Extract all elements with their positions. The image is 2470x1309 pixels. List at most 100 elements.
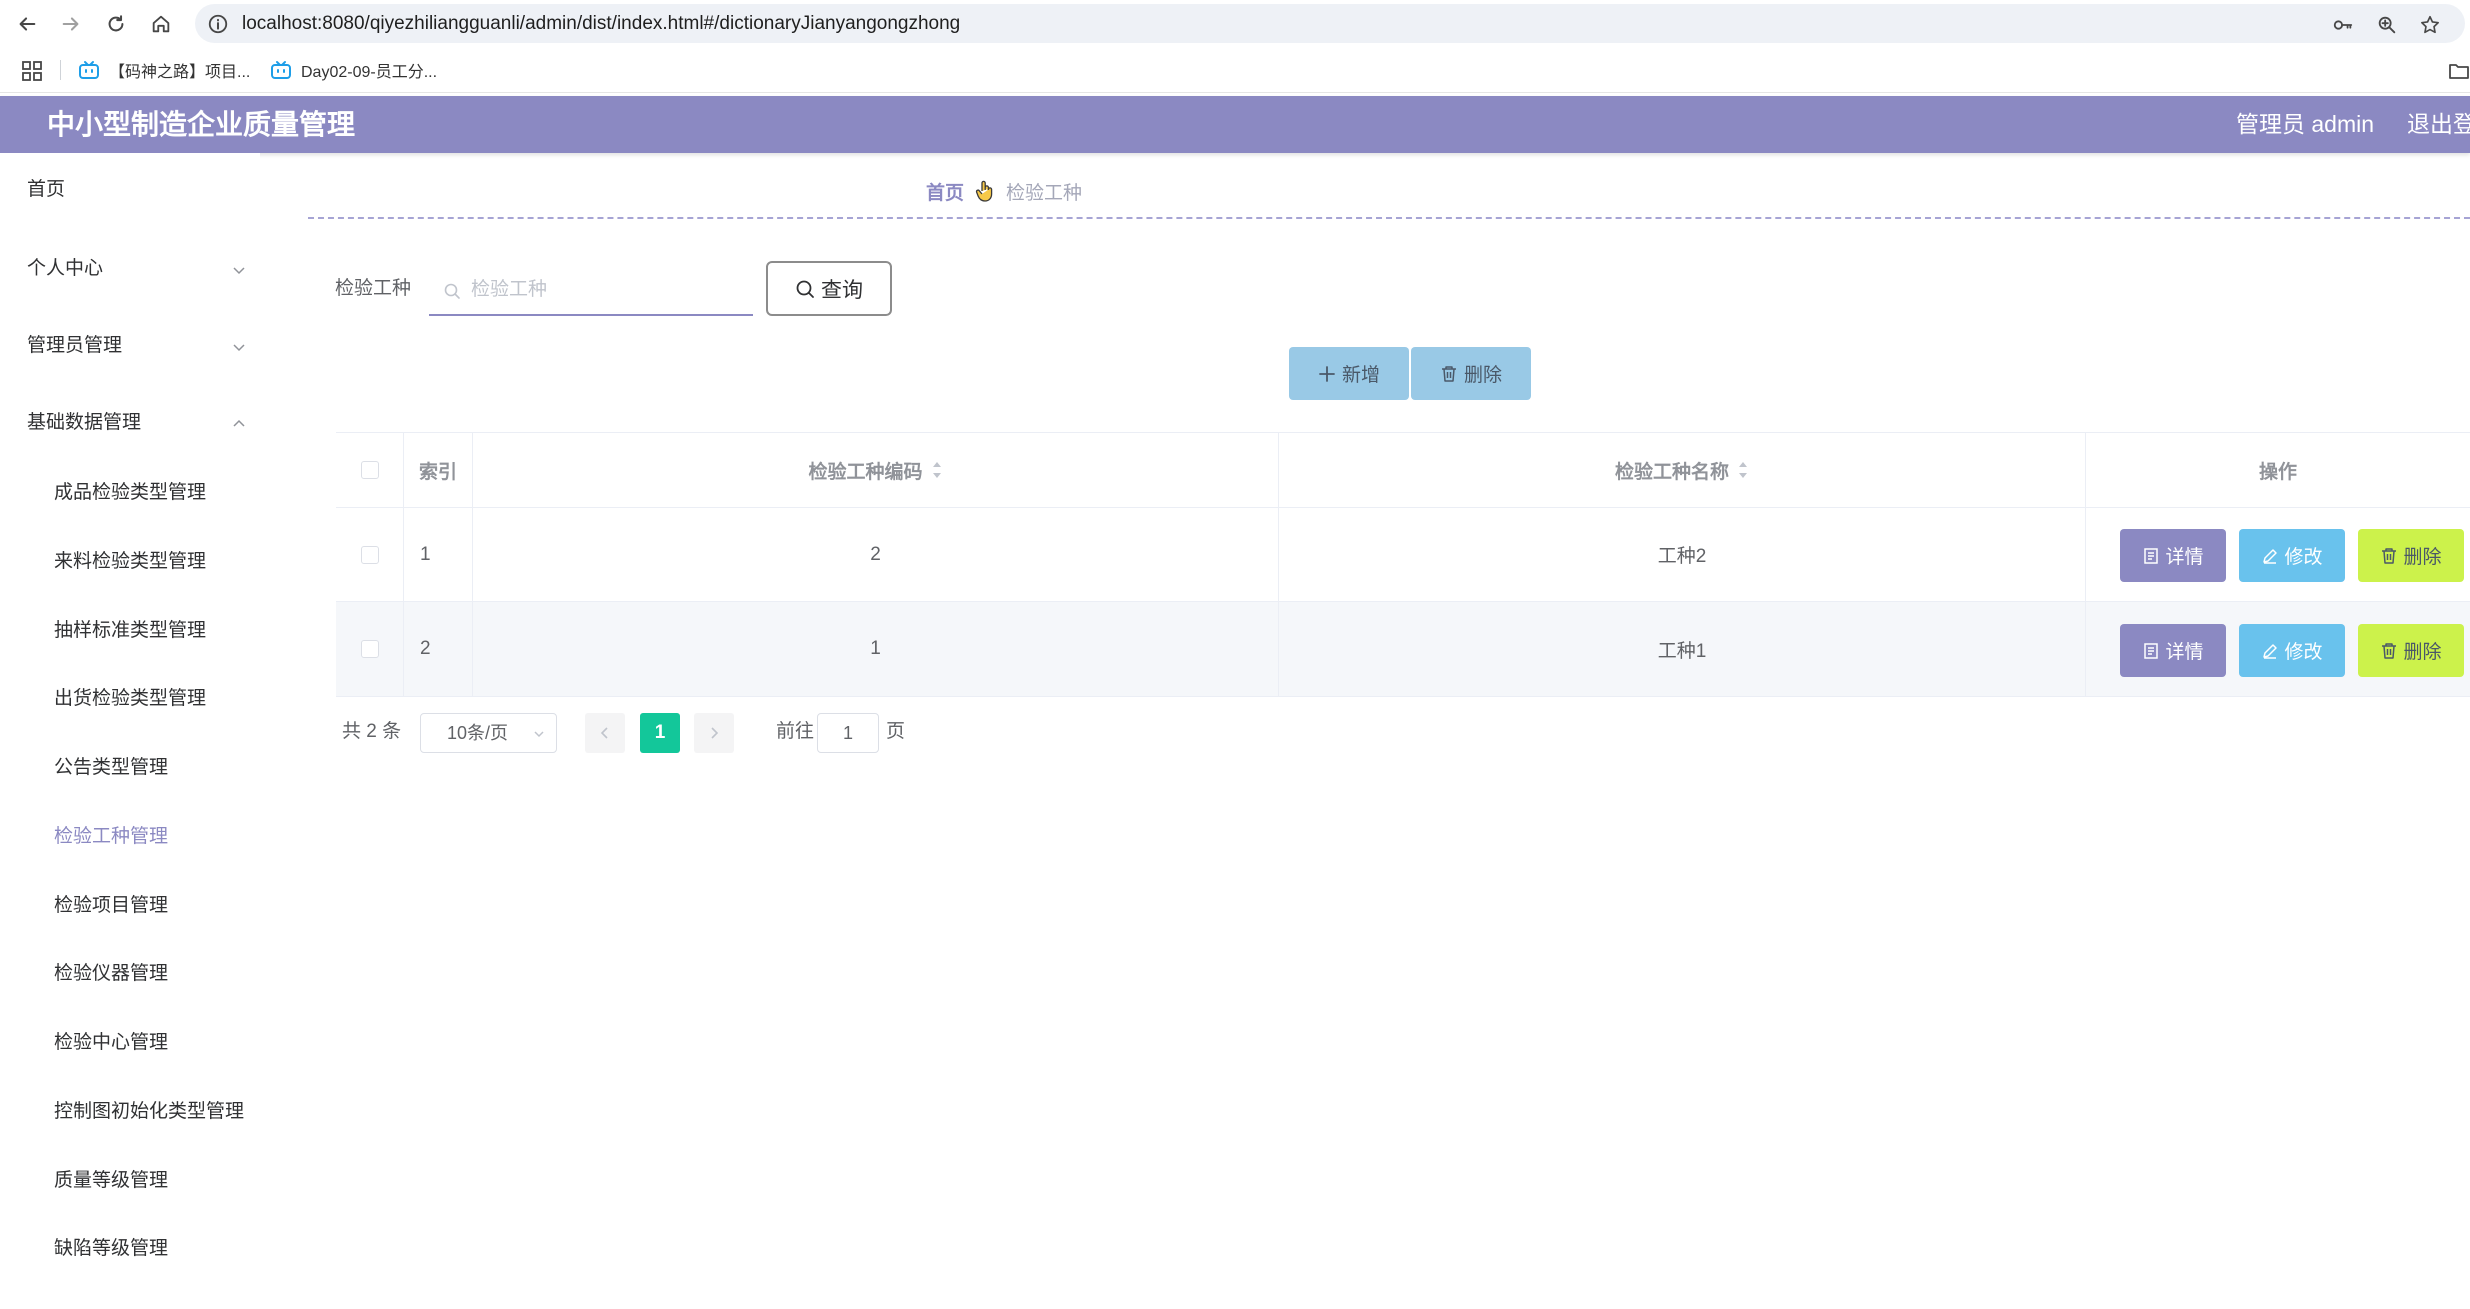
sidebar-item-label: 控制图初始化类型管理 (54, 1101, 245, 1122)
breadcrumb: 首页 检验工种 (926, 174, 1082, 208)
apps-grid-icon[interactable] (22, 61, 42, 81)
sidebar-item-defect-grade[interactable]: 缺陷等级管理 (0, 1224, 260, 1274)
row-checkbox[interactable] (360, 545, 379, 564)
page-size-value: 10条/页 (447, 723, 509, 743)
column-header-code[interactable]: 检验工种编码 (473, 433, 1279, 508)
add-button[interactable]: 新增 (1289, 347, 1409, 400)
column-header-name[interactable]: 检验工种名称 (1279, 433, 2086, 508)
menu-basic-data[interactable]: 基础数据管理 (0, 398, 260, 448)
page-number-current[interactable]: 1 (640, 713, 680, 753)
sidebar-item-quality-grade[interactable]: 质量等级管理 (0, 1156, 260, 1206)
delete-button-label: 删除 (2403, 642, 2442, 663)
logout-link[interactable]: 退出登 (2407, 96, 2470, 153)
column-header-code-label: 检验工种编码 (808, 461, 923, 483)
sidebar-item-sampling-standard-type[interactable]: 抽样标准类型管理 (0, 606, 260, 656)
sidebar-item-inspection-instrument[interactable]: 检验仪器管理 (0, 949, 260, 999)
goto-page-input[interactable] (817, 713, 879, 753)
sidebar-item-inspection-job-type[interactable]: 检验工种管理 (0, 812, 260, 862)
cell-name: 工种2 (1279, 508, 2086, 602)
cell-index: 1 (404, 508, 473, 602)
home-button[interactable] (146, 9, 176, 39)
breadcrumb-home[interactable]: 首页 (926, 178, 964, 205)
folder-icon[interactable] (2448, 61, 2470, 81)
reload-button[interactable] (101, 9, 131, 39)
row-select-cell (336, 508, 404, 602)
menu-home-label: 首页 (27, 179, 66, 200)
delete-button[interactable]: 删除 (2358, 529, 2464, 582)
sidebar-item-label: 公告类型管理 (54, 757, 169, 778)
star-icon[interactable] (2419, 14, 2441, 36)
sort-caret-icon[interactable] (931, 460, 943, 480)
cell-code: 2 (473, 508, 1279, 602)
sidebar-item-label: 检验项目管理 (54, 895, 169, 916)
query-button[interactable]: 查询 (766, 261, 892, 316)
sidebar-item-label: 质量等级管理 (54, 1170, 169, 1191)
sidebar-item-shipment-inspection-type[interactable]: 出货检验类型管理 (0, 674, 260, 724)
edit-button[interactable]: 修改 (2239, 624, 2345, 677)
bookmark-2-label: Day02-09-员工分... (301, 64, 438, 81)
address-bar[interactable]: localhost:8080/qiyezhiliangguanli/admin/… (195, 4, 2465, 43)
delete-button[interactable]: 删除 (2358, 624, 2464, 677)
cell-name-value: 工种2 (1657, 546, 1707, 567)
bookmark-1-label: 【码神之路】项目... (109, 64, 251, 81)
cell-code-value: 1 (870, 638, 881, 659)
browser-toolbar: localhost:8080/qiyezhiliangguanli/admin/… (0, 0, 2470, 47)
zoom-icon[interactable] (2376, 14, 2398, 36)
detail-button[interactable]: 详情 (2120, 624, 2226, 677)
batch-delete-button-label: 删除 (1463, 365, 1502, 386)
chevron-down-icon (233, 344, 245, 352)
menu-personal-center[interactable]: 个人中心 (0, 244, 260, 294)
batch-delete-button[interactable]: 删除 (1411, 347, 1531, 400)
menu-admin-management[interactable]: 管理员管理 (0, 321, 260, 371)
bookmarks-bar: 【码神之路】项目... Day02-09-员工分... (0, 47, 2470, 93)
sidebar-item-inspection-item[interactable]: 检验项目管理 (0, 881, 260, 931)
detail-button-label: 详情 (2165, 642, 2204, 663)
column-header-index-label: 索引 (418, 461, 457, 483)
url-text[interactable]: localhost:8080/qiyezhiliangguanli/admin/… (242, 4, 960, 43)
cell-name-value: 工种1 (1657, 640, 1707, 662)
menu-personal-center-label: 个人中心 (27, 258, 104, 279)
sidebar-item-incoming-inspection-type[interactable]: 来料检验类型管理 (0, 537, 260, 587)
forward-button[interactable] (56, 9, 86, 39)
home-icon (152, 15, 170, 33)
sidebar-item-control-chart-init-type[interactable]: 控制图初始化类型管理 (0, 1087, 260, 1137)
bookmark-divider (60, 60, 61, 80)
sort-caret-icon[interactable] (1737, 460, 1749, 480)
sidebar-item-label: 来料检验类型管理 (54, 551, 207, 572)
edit-button[interactable]: 修改 (2239, 529, 2345, 582)
sidebar-item-inspection-center[interactable]: 检验中心管理 (0, 1018, 260, 1068)
back-button[interactable] (12, 9, 42, 39)
column-header-index: 索引 (404, 433, 473, 508)
sidebar-item-label: 缺陷等级管理 (54, 1238, 169, 1259)
column-header-ops-label: 操作 (2258, 461, 2297, 483)
detail-button[interactable]: 详情 (2120, 529, 2226, 582)
sidebar-item-notice-type[interactable]: 公告类型管理 (0, 743, 260, 793)
column-header-name-label: 检验工种名称 (1614, 461, 1729, 483)
search-icon (444, 283, 460, 299)
search-icon (796, 280, 814, 298)
prev-page-button[interactable] (585, 713, 625, 753)
next-page-button[interactable] (694, 713, 734, 753)
trash-icon (2382, 642, 2397, 659)
site-info-icon[interactable] (207, 13, 229, 35)
row-checkbox[interactable] (360, 640, 379, 658)
edit-button-label: 修改 (2284, 547, 2323, 568)
select-all-checkbox[interactable] (360, 461, 379, 479)
cell-index-value: 1 (420, 543, 431, 565)
detail-button-label: 详情 (2165, 547, 2204, 568)
sidebar-item-product-inspection-type[interactable]: 成品检验类型管理 (0, 468, 260, 518)
bilibili-icon (79, 61, 99, 79)
cell-name: 工种1 (1279, 602, 2086, 697)
bilibili-icon (271, 61, 291, 79)
page-size-select[interactable]: 10条/页 (420, 713, 557, 753)
data-table: 索引 检验工种编码 检验工种名称 操作 1 2 工种2 详情 修改 删除 2 1… (336, 432, 2470, 697)
sidebar: 首页 个人中心 管理员管理 基础数据管理 成品检验类型管理 来料检验类型管理 抽… (0, 153, 260, 1309)
bookmark-2[interactable]: Day02-09-员工分... (270, 58, 437, 82)
key-icon[interactable] (2332, 14, 2354, 36)
cell-index: 2 (404, 602, 473, 697)
bookmark-1[interactable]: 【码神之路】项目... (78, 58, 250, 82)
menu-home[interactable]: 首页 (0, 165, 260, 215)
add-button-label: 新增 (1341, 365, 1380, 386)
sidebar-item-label: 抽样标准类型管理 (54, 620, 207, 641)
search-input[interactable] (471, 274, 741, 306)
